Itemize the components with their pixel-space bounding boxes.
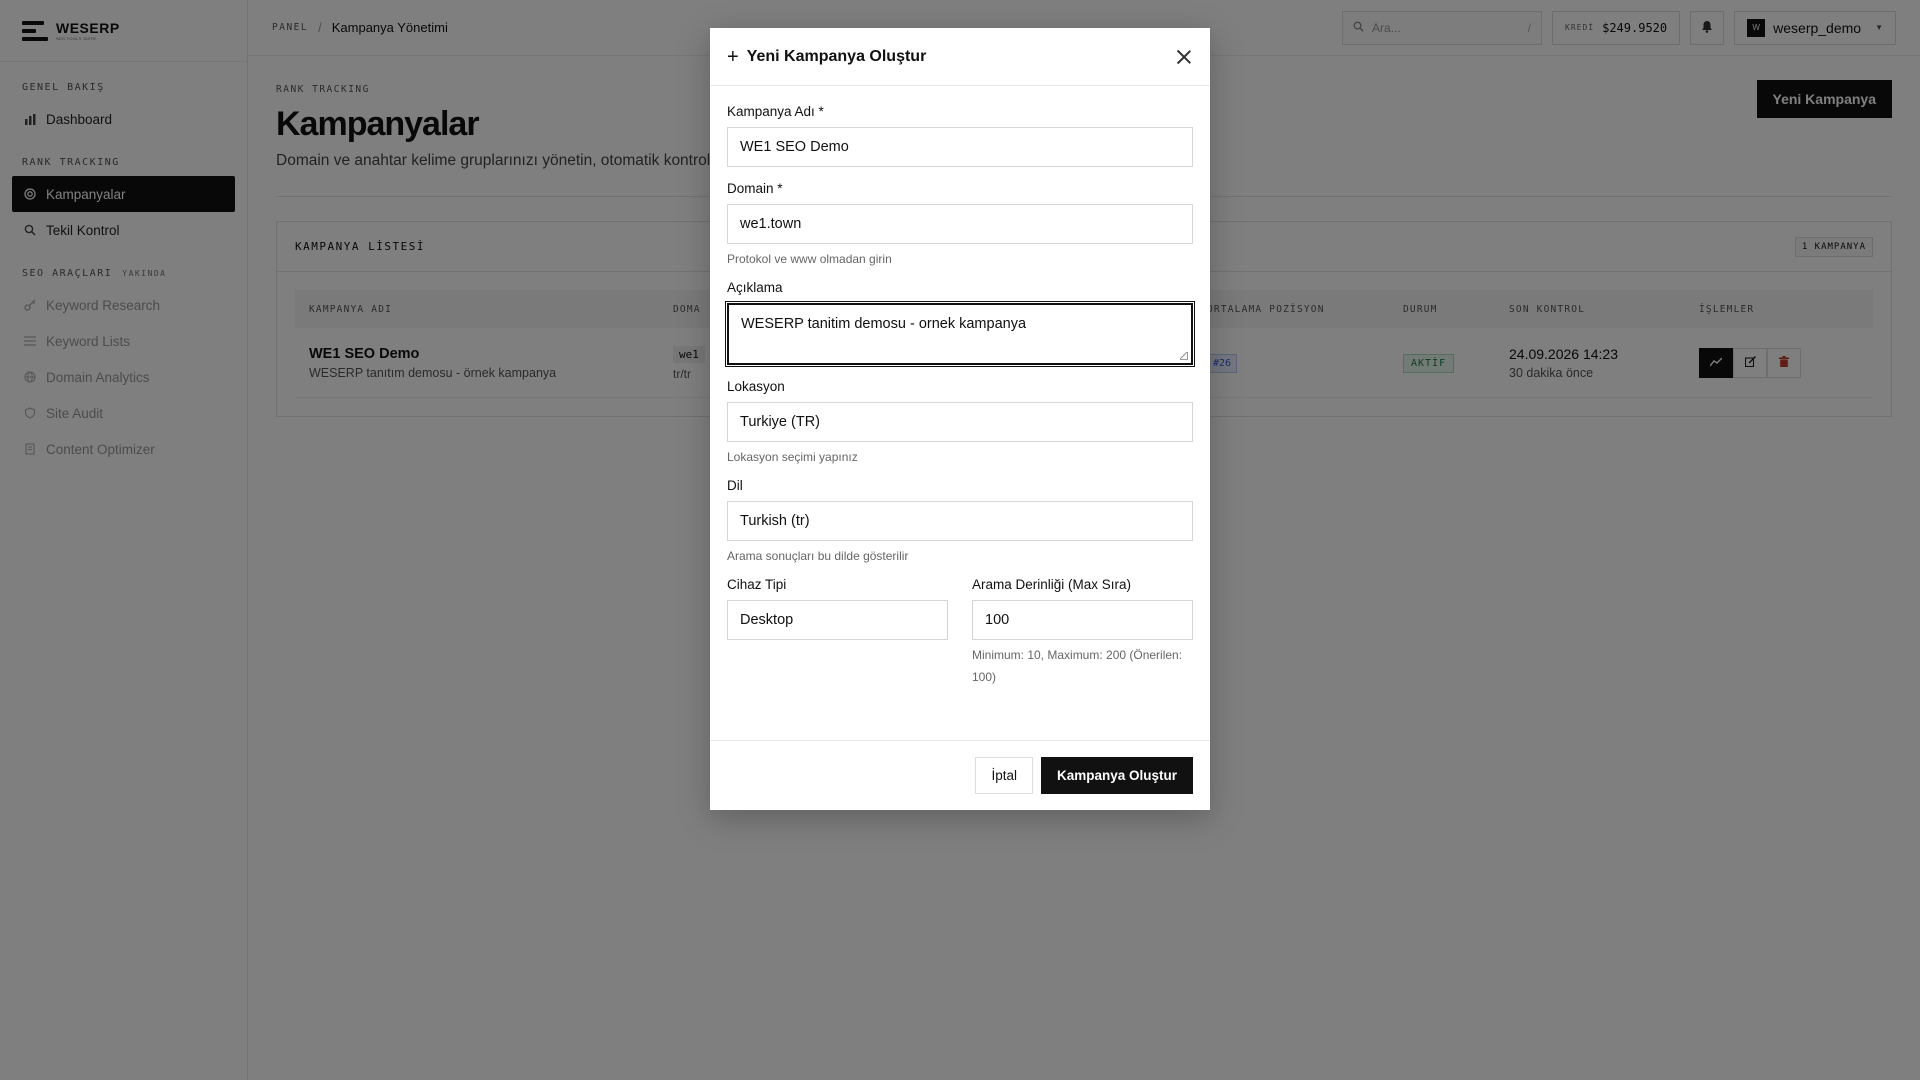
search-depth-input[interactable]: 100 — [972, 600, 1193, 640]
plus-icon: + — [727, 45, 739, 68]
description-textarea[interactable]: WESERP tanitim demosu - ornek kampanya — [725, 301, 1195, 367]
location-label: Lokasyon — [727, 379, 785, 394]
close-icon[interactable] — [1174, 47, 1194, 67]
create-campaign-modal: + Yeni Kampanya Oluştur Kampanya Adı * W… — [710, 28, 1210, 810]
language-input[interactable]: Turkish (tr) — [727, 501, 1193, 541]
device-label: Cihaz Tipi — [727, 577, 787, 592]
campaign-name-input[interactable]: WE1 SEO Demo — [727, 127, 1193, 167]
location-hint: Lokasyon seçimi yapınız — [727, 450, 858, 464]
description-label: Açıklama — [727, 280, 783, 295]
search-depth-label: Arama Derinliği (Max Sıra) — [972, 577, 1132, 592]
location-input[interactable]: Turkiye (TR) — [727, 402, 1193, 442]
language-hint: Arama sonuçları bu dilde gösterilir — [727, 549, 909, 563]
domain-input[interactable]: we1.town — [727, 204, 1193, 244]
cancel-button[interactable]: İptal — [975, 757, 1033, 794]
create-campaign-button[interactable]: Kampanya Oluştur — [1040, 757, 1193, 794]
domain-label: Domain * — [727, 181, 783, 196]
device-type-select[interactable]: Desktop — [727, 600, 948, 640]
search-depth-hint: Minimum: 10, Maximum: 200 (Önerilen: 100… — [972, 648, 1183, 684]
campaign-name-label: Kampanya Adı * — [727, 104, 824, 119]
language-label: Dil — [727, 478, 743, 493]
domain-hint: Protokol ve www olmadan girin — [727, 252, 892, 266]
modal-title: Yeni Kampanya Oluştur — [746, 47, 927, 65]
